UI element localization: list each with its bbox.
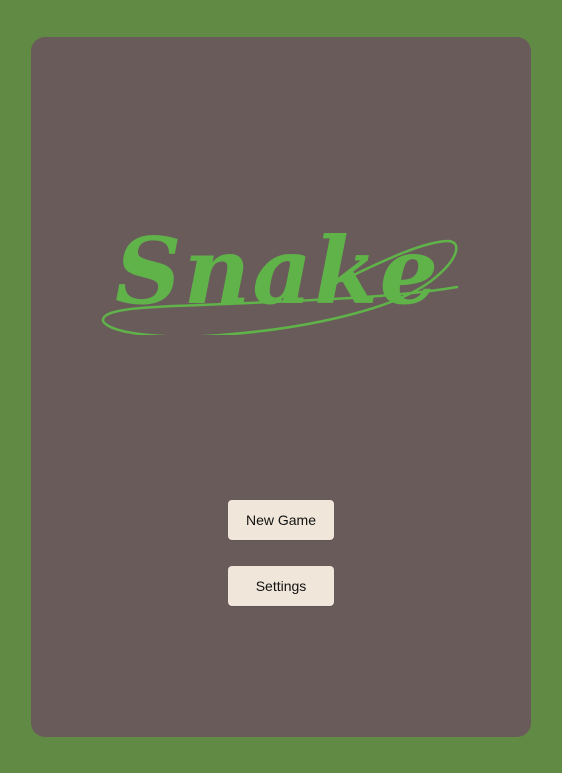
game-title: Snake — [115, 217, 440, 325]
game-logo: Snake — [101, 217, 459, 335]
main-menu-panel: Snake New Game Settings — [31, 37, 531, 737]
new-game-button[interactable]: New Game — [228, 500, 334, 540]
settings-button[interactable]: Settings — [228, 566, 334, 606]
